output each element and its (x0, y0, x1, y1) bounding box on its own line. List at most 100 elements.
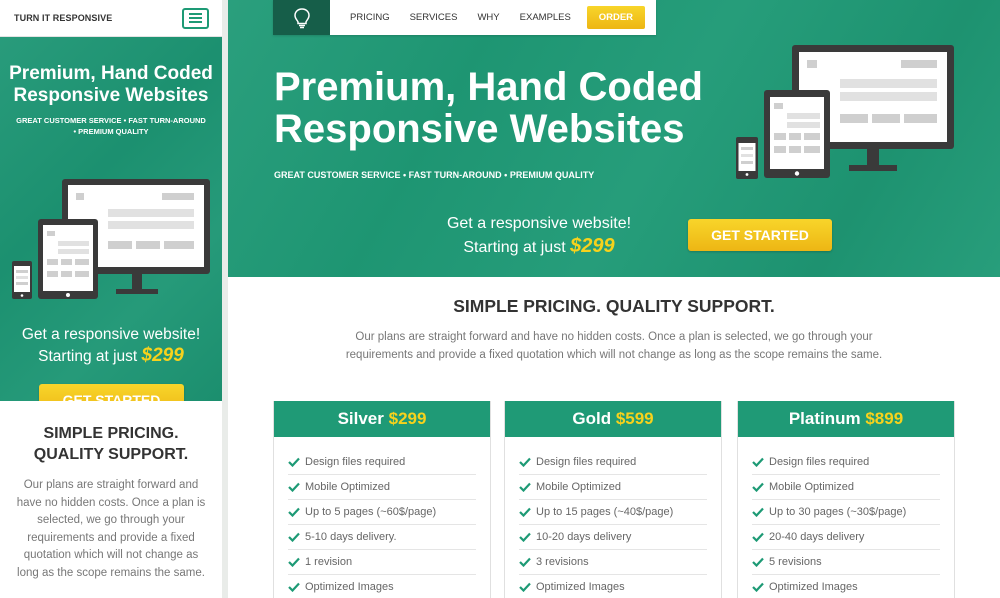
mobile-hero-subtitle-line2: • PREMIUM QUALITY (73, 127, 149, 136)
checkmark-icon (752, 507, 766, 517)
checkmark-icon (288, 482, 302, 492)
pricing-plan-card: Silver $299 Design files required Mobile O… (273, 401, 491, 598)
checkmark-icon (519, 532, 533, 542)
plan-price: $599 (615, 409, 654, 428)
plan-feature-text: Design files required (305, 456, 406, 468)
plan-feature-item: Optimized Images (752, 575, 940, 598)
plan-feature-item: Mobile Optimized (519, 475, 707, 500)
mobile-hero-cta-text: Get a responsive website! Starting at ju… (0, 324, 222, 367)
plan-feature-item: 1 revision (288, 550, 476, 575)
plan-header: Platinum $899 (738, 401, 954, 437)
plan-feature-text: Up to 15 pages (~40$/page) (536, 506, 674, 518)
checkmark-icon (519, 507, 533, 517)
plan-feature-text: 5-10 days delivery. (305, 531, 397, 543)
devices-illustration (12, 179, 210, 299)
mobile-get-started-button[interactable]: GET STARTED (39, 384, 184, 401)
nav-order-button[interactable]: ORDER (586, 6, 645, 29)
checkmark-icon (288, 457, 302, 467)
desktop-pricing-title: SIMPLE PRICING. QUALITY SUPPORT. (453, 296, 775, 316)
desktop-nav-links: PRICING SERVICES WHY EXAMPLES ORDER (350, 6, 645, 29)
desktop-cta-price: $299 (570, 235, 615, 257)
hamburger-menu-icon[interactable] (182, 7, 209, 29)
plan-feature-text: 5 revisions (769, 556, 822, 568)
desktop-preview: PRICING SERVICES WHY EXAMPLES ORDER Prem… (228, 0, 1000, 598)
desktop-hero-cta-text: Get a responsive website! Starting at ju… (398, 213, 680, 259)
plan-feature-text: 10-20 days delivery (536, 531, 632, 543)
plan-price: $299 (388, 409, 427, 428)
mobile-pricing-text: Our plans are straight forward and have … (16, 479, 206, 579)
desktop-pricing-text: Our plans are straight forward and have … (345, 331, 883, 361)
mobile-preview: TURN IT RESPONSIVE Premium, Hand Coded R… (0, 0, 222, 598)
checkmark-icon (519, 457, 533, 467)
devices-illustration (736, 45, 954, 179)
desktop-hero-title-line1: Premium, Hand Coded (274, 65, 703, 109)
plan-feature-item: Optimized Images (519, 575, 707, 598)
pricing-plan-card: Gold $599 Design files required Mobile Opt… (504, 401, 722, 598)
nav-why[interactable]: WHY (477, 12, 499, 23)
plan-feature-item: Design files required (519, 450, 707, 475)
plan-feature-item: Design files required (752, 450, 940, 475)
plan-feature-text: Up to 5 pages (~60$/page) (305, 506, 437, 518)
plan-feature-text: Design files required (536, 456, 637, 468)
mobile-cta-line2: Starting at just $299 (0, 345, 222, 367)
desktop-hero: PRICING SERVICES WHY EXAMPLES ORDER Prem… (228, 0, 1000, 277)
nav-examples[interactable]: EXAMPLES (520, 12, 571, 23)
lightbulb-icon[interactable] (273, 0, 330, 35)
mobile-cta-prefix: Starting at just (38, 348, 138, 365)
mobile-hero-title-line2: Responsive Websites (13, 85, 209, 106)
desktop-hero-title: Premium, Hand Coded Responsive Websites (274, 66, 703, 150)
mobile-header: TURN IT RESPONSIVE (0, 0, 222, 37)
checkmark-icon (519, 557, 533, 567)
plan-feature-text: Optimized Images (305, 581, 394, 593)
plan-feature-text: Optimized Images (536, 581, 625, 593)
plan-feature-item: Up to 5 pages (~60$/page) (288, 500, 476, 525)
checkmark-icon (519, 482, 533, 492)
desktop-cta-line2: Starting at just $299 (398, 235, 680, 259)
plan-feature-item: 10-20 days delivery (519, 525, 707, 550)
plan-feature-text: 20-40 days delivery (769, 531, 865, 543)
mobile-hero-subtitle-line1: GREAT CUSTOMER SERVICE • FAST TURN-AROUN… (16, 116, 206, 125)
plan-feature-list: Design files required Mobile Optimized Up … (288, 450, 476, 598)
plan-feature-item: 3 revisions (519, 550, 707, 575)
checkmark-icon (752, 532, 766, 542)
mobile-pricing-title-line1: SIMPLE PRICING. (43, 425, 179, 442)
mobile-cta-price: $299 (141, 345, 184, 366)
plan-feature-item: 5 revisions (752, 550, 940, 575)
page-root: TURN IT RESPONSIVE Premium, Hand Coded R… (0, 0, 1000, 598)
plan-feature-item: Mobile Optimized (288, 475, 476, 500)
plan-feature-text: Mobile Optimized (536, 481, 621, 493)
plan-feature-text: Optimized Images (769, 581, 858, 593)
nav-pricing[interactable]: PRICING (350, 12, 390, 23)
desktop-hero-title-line2: Responsive Websites (274, 107, 685, 151)
desktop-cta-line1: Get a responsive website! (446, 215, 632, 232)
mobile-hero-title-line1: Premium, Hand Coded (9, 63, 213, 84)
plan-feature-text: 3 revisions (536, 556, 589, 568)
desktop-get-started-button[interactable]: GET STARTED (688, 219, 832, 251)
plan-header: Silver $299 (274, 401, 490, 437)
plan-price: $899 (865, 409, 904, 428)
mobile-hero-title: Premium, Hand Coded Responsive Websites (0, 37, 222, 107)
plan-feature-list: Design files required Mobile Optimized Up … (752, 450, 940, 598)
mobile-cta-line1: Get a responsive website! (21, 326, 201, 343)
plan-feature-text: Mobile Optimized (769, 481, 854, 493)
plan-feature-item: Up to 15 pages (~40$/page) (519, 500, 707, 525)
desktop-nav: PRICING SERVICES WHY EXAMPLES ORDER (273, 0, 656, 35)
checkmark-icon (752, 557, 766, 567)
checkmark-icon (752, 482, 766, 492)
checkmark-icon (288, 557, 302, 567)
nav-services[interactable]: SERVICES (410, 12, 458, 23)
plan-name: Gold (572, 409, 612, 428)
plan-feature-list: Design files required Mobile Optimized Up … (519, 450, 707, 598)
plan-feature-text: 1 revision (305, 556, 353, 568)
plan-feature-item: 5-10 days delivery. (288, 525, 476, 550)
mobile-hero: Premium, Hand Coded Responsive Websites … (0, 37, 222, 401)
plan-feature-text: Up to 30 pages (~30$/page) (769, 506, 907, 518)
desktop-cta-prefix: Starting at just (463, 239, 566, 256)
checkmark-icon (752, 582, 766, 592)
checkmark-icon (288, 582, 302, 592)
mobile-hero-subtitle: GREAT CUSTOMER SERVICE • FAST TURN-AROUN… (0, 115, 222, 137)
plan-feature-text: Mobile Optimized (305, 481, 390, 493)
mobile-brand[interactable]: TURN IT RESPONSIVE (14, 13, 112, 23)
plan-feature-item: Design files required (288, 450, 476, 475)
checkmark-icon (519, 582, 533, 592)
